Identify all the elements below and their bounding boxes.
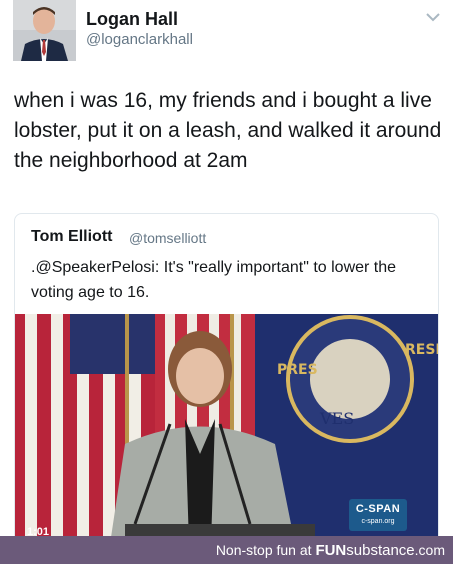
tweet-text: when i was 16, my friends and i bought a… (14, 89, 442, 172)
svg-text:RESEN: RESEN (405, 342, 439, 358)
footer-prefix: Non-stop fun at (215, 542, 316, 558)
footer-text[interactable]: Non-stop fun at FUNsubstance.com (216, 542, 445, 559)
footer-brand-rest: substance (346, 542, 415, 559)
chevron-down-icon[interactable] (425, 11, 441, 23)
svg-text:PRES: PRES (277, 362, 318, 378)
cspan-logo: C-SPAN c-span.org (349, 499, 407, 531)
author-name[interactable]: Logan Hall (86, 9, 178, 30)
avatar-photo (13, 0, 76, 61)
watermark-footer: Non-stop fun at FUNsubstance.com (0, 536, 453, 564)
quote-author-name[interactable]: Tom Elliott (31, 228, 112, 246)
footer-suffix: .com (414, 542, 445, 558)
footer-brand-bold: FUN (315, 542, 347, 559)
quote-author-handle[interactable]: @tomselliott (129, 230, 206, 246)
quote-video[interactable]: PRES RESEN VES C-SPAN c-span.org (15, 314, 439, 542)
tweet-card: Logan Hall @loganclarkhall when i was 16… (0, 0, 453, 543)
quoted-tweet[interactable]: Tom Elliott @tomselliott .@SpeakerPelosi… (14, 213, 439, 543)
author-handle[interactable]: @loganclarkhall (86, 31, 193, 48)
cspan-url: c-span.org (361, 518, 395, 525)
cspan-logo-text: C-SPAN (355, 503, 401, 515)
quote-text: .@SpeakerPelosi: It's "really important"… (31, 259, 397, 301)
svg-text:VES: VES (319, 409, 354, 428)
author-avatar[interactable] (13, 0, 76, 61)
